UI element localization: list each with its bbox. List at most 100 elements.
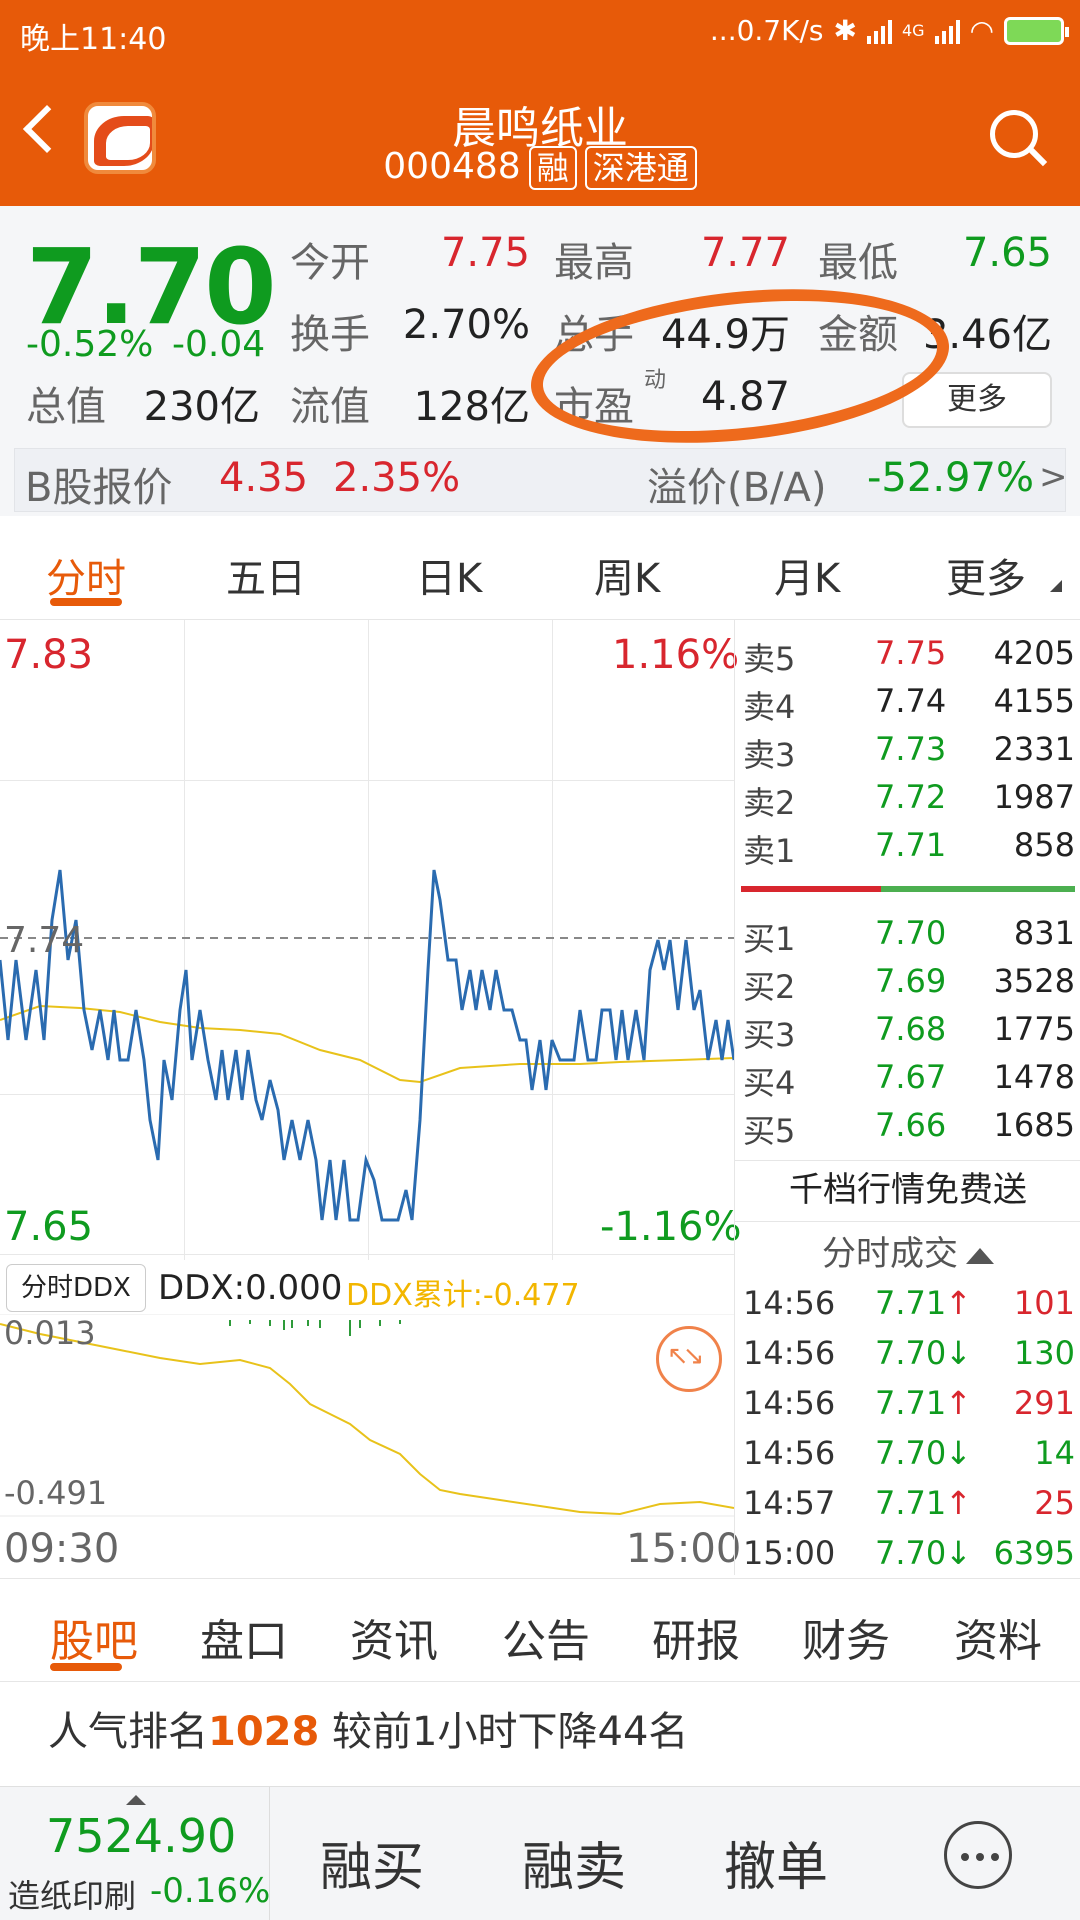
trades-title[interactable]: 分时成交 [735, 1226, 1080, 1275]
trade-row: 14:57 7.71 ↑ 25 [735, 1480, 1080, 1528]
trade-time: 15:00 [743, 1534, 836, 1572]
net-speed: ...0.7K/s [709, 14, 824, 47]
tab-forum[interactable]: 股吧 [50, 1605, 138, 1669]
b-share-label: B股报价 [25, 465, 173, 511]
premium-value: -52.97% [867, 455, 1034, 501]
trade-volume: 14 [1034, 1434, 1075, 1472]
bid-label: 买1 [743, 920, 796, 958]
caret-up-icon [126, 1795, 146, 1805]
margin-tag: 融 [528, 146, 577, 190]
bid-price: 7.68 [875, 1010, 947, 1048]
tab-finance[interactable]: 财务 [802, 1605, 890, 1669]
y-axis-top: 7.83 [4, 632, 94, 678]
tab-profile[interactable]: 资料 [954, 1605, 1042, 1669]
tab-research[interactable]: 研报 [652, 1605, 740, 1669]
trade-time: 14:56 [743, 1334, 836, 1372]
ask-row[interactable]: 卖2 7.72 1987 [735, 774, 1080, 822]
ask-row[interactable]: 卖1 7.71 858 [735, 822, 1080, 870]
chart-tabs: 分时 五日 日K 周K 月K 更多 [0, 516, 1080, 620]
trades-title-text: 分时成交 [822, 1234, 958, 1274]
trade-row: 15:00 7.70 ↓ 6395 [735, 1530, 1080, 1578]
tab-five-day[interactable]: 五日 [226, 546, 306, 604]
tab-weekly-k[interactable]: 周K [594, 546, 660, 604]
tab-intraday[interactable]: 分时 [46, 546, 126, 604]
battery-icon [1004, 16, 1069, 45]
tab-market-depth[interactable]: 盘口 [200, 1605, 288, 1669]
bid-label: 买3 [743, 1016, 796, 1054]
cancel-order-button[interactable]: 撤单 [724, 1825, 828, 1900]
low-label: 最低 [818, 240, 898, 286]
y-axis-bottom: 7.65 [4, 1204, 94, 1250]
sector-index-value: 7524.90 [46, 1809, 237, 1863]
bid-row[interactable]: 买4 7.67 1478 [735, 1054, 1080, 1102]
margin-buy-button[interactable]: 融买 [320, 1825, 424, 1900]
price-line-chart [0, 869, 734, 1222]
tab-underline [50, 598, 122, 606]
high-value: 7.77 [700, 230, 790, 276]
sector-index-change: -0.16% [150, 1871, 271, 1911]
info-tabs: 股吧 盘口 资讯 公告 研报 财务 资料 [0, 1578, 1080, 1682]
trade-direction-icon: ↑ [945, 1284, 972, 1322]
tab-daily-k[interactable]: 日K [416, 546, 482, 604]
margin-sell-button[interactable]: 融卖 [522, 1825, 626, 1900]
status-icons: ...0.7K/s ✱ 4G ◠ [709, 14, 1069, 47]
trade-row: 14:56 7.70 ↓ 130 [735, 1330, 1080, 1378]
ask-row[interactable]: 卖3 7.73 2331 [735, 726, 1080, 774]
expand-icon[interactable] [656, 1326, 722, 1392]
trade-price: 7.71 [875, 1484, 947, 1522]
trade-price: 7.70 [875, 1334, 947, 1372]
y-axis-ref: 7.74 [4, 920, 85, 961]
trade-time: 14:56 [743, 1434, 836, 1472]
sector-index-name: 造纸印刷 [8, 1877, 137, 1915]
info-tab-underline [50, 1663, 122, 1671]
stock-code-row: 000488 融 深港通 [0, 146, 1080, 190]
tab-monthly-k[interactable]: 月K [774, 546, 840, 604]
signal-icon [866, 18, 892, 44]
popularity-row[interactable]: 人气排名1028 较前1小时下降44名 [0, 1682, 1080, 1782]
ddx-value: DDX:0.000 [158, 1268, 343, 1308]
ddx-cumulative-line [0, 1323, 734, 1516]
bid-row[interactable]: 买2 7.69 3528 [735, 958, 1080, 1006]
turnover-value: 2.70% [402, 302, 530, 348]
ddx-tab[interactable]: 分时DDX [6, 1264, 146, 1312]
promo-banner[interactable]: 千档行情免费送 [735, 1160, 1080, 1222]
ask-row[interactable]: 卖5 7.75 4205 [735, 630, 1080, 678]
trade-time: 14:57 [743, 1484, 836, 1522]
ask-price: 7.74 [875, 682, 947, 720]
pct-axis-top: 1.16% [612, 632, 740, 678]
ask-volume: 1987 [993, 778, 1075, 816]
corner-triangle-icon [1050, 580, 1062, 592]
app-header: 晚上11:40 ...0.7K/s ✱ 4G ◠ 晨鸣纸业 000488 融 深… [0, 0, 1080, 206]
high-label: 最高 [554, 240, 634, 286]
ask-row[interactable]: 卖4 7.74 4155 [735, 678, 1080, 726]
ddx-y-bottom: -0.491 [4, 1474, 108, 1512]
intraday-chart[interactable]: 7.83 1.16% 7.74 7.65 -1.16% 0.013 -0.491… [0, 620, 742, 1575]
b-share-price: 4.35 [219, 455, 309, 501]
market-cap-value: 230亿 [143, 384, 260, 430]
bid-row[interactable]: 买3 7.68 1775 [735, 1006, 1080, 1054]
trade-direction-icon: ↓ [945, 1334, 972, 1372]
popularity-suffix: 较前1小时下降44名 [332, 1709, 689, 1755]
tab-more[interactable]: 更多 [946, 546, 1026, 604]
more-menu-icon[interactable] [944, 1821, 1012, 1889]
ddx-y-top: 0.013 [4, 1314, 96, 1352]
trade-direction-icon: ↑ [945, 1384, 972, 1422]
bid-row[interactable]: 买1 7.70 831 [735, 910, 1080, 958]
ddx-header: 分时DDX DDX:0.000 DDX累计:-0.477 [0, 1260, 734, 1318]
ask-label: 卖4 [743, 688, 796, 726]
trade-volume: 130 [1013, 1334, 1075, 1372]
ask-volume: 4205 [993, 634, 1075, 672]
tab-announcements[interactable]: 公告 [502, 1605, 590, 1669]
ddx-chart [0, 1314, 734, 1517]
ask-label: 卖1 [743, 832, 796, 870]
b-share-row[interactable]: B股报价 4.35 2.35% 溢价(B/A) -52.97% > [14, 448, 1068, 512]
bid-row[interactable]: 买5 7.66 1685 [735, 1102, 1080, 1150]
bid-price: 7.66 [875, 1106, 947, 1144]
caret-up-icon [966, 1247, 994, 1264]
sector-index[interactable]: 7524.90 造纸印刷 -0.16% [0, 1787, 270, 1920]
search-icon[interactable] [990, 110, 1048, 167]
tab-news[interactable]: 资讯 [350, 1605, 438, 1669]
trade-time: 14:56 [743, 1384, 836, 1422]
ask-price: 7.73 [875, 730, 947, 768]
bid-label: 买2 [743, 968, 796, 1006]
